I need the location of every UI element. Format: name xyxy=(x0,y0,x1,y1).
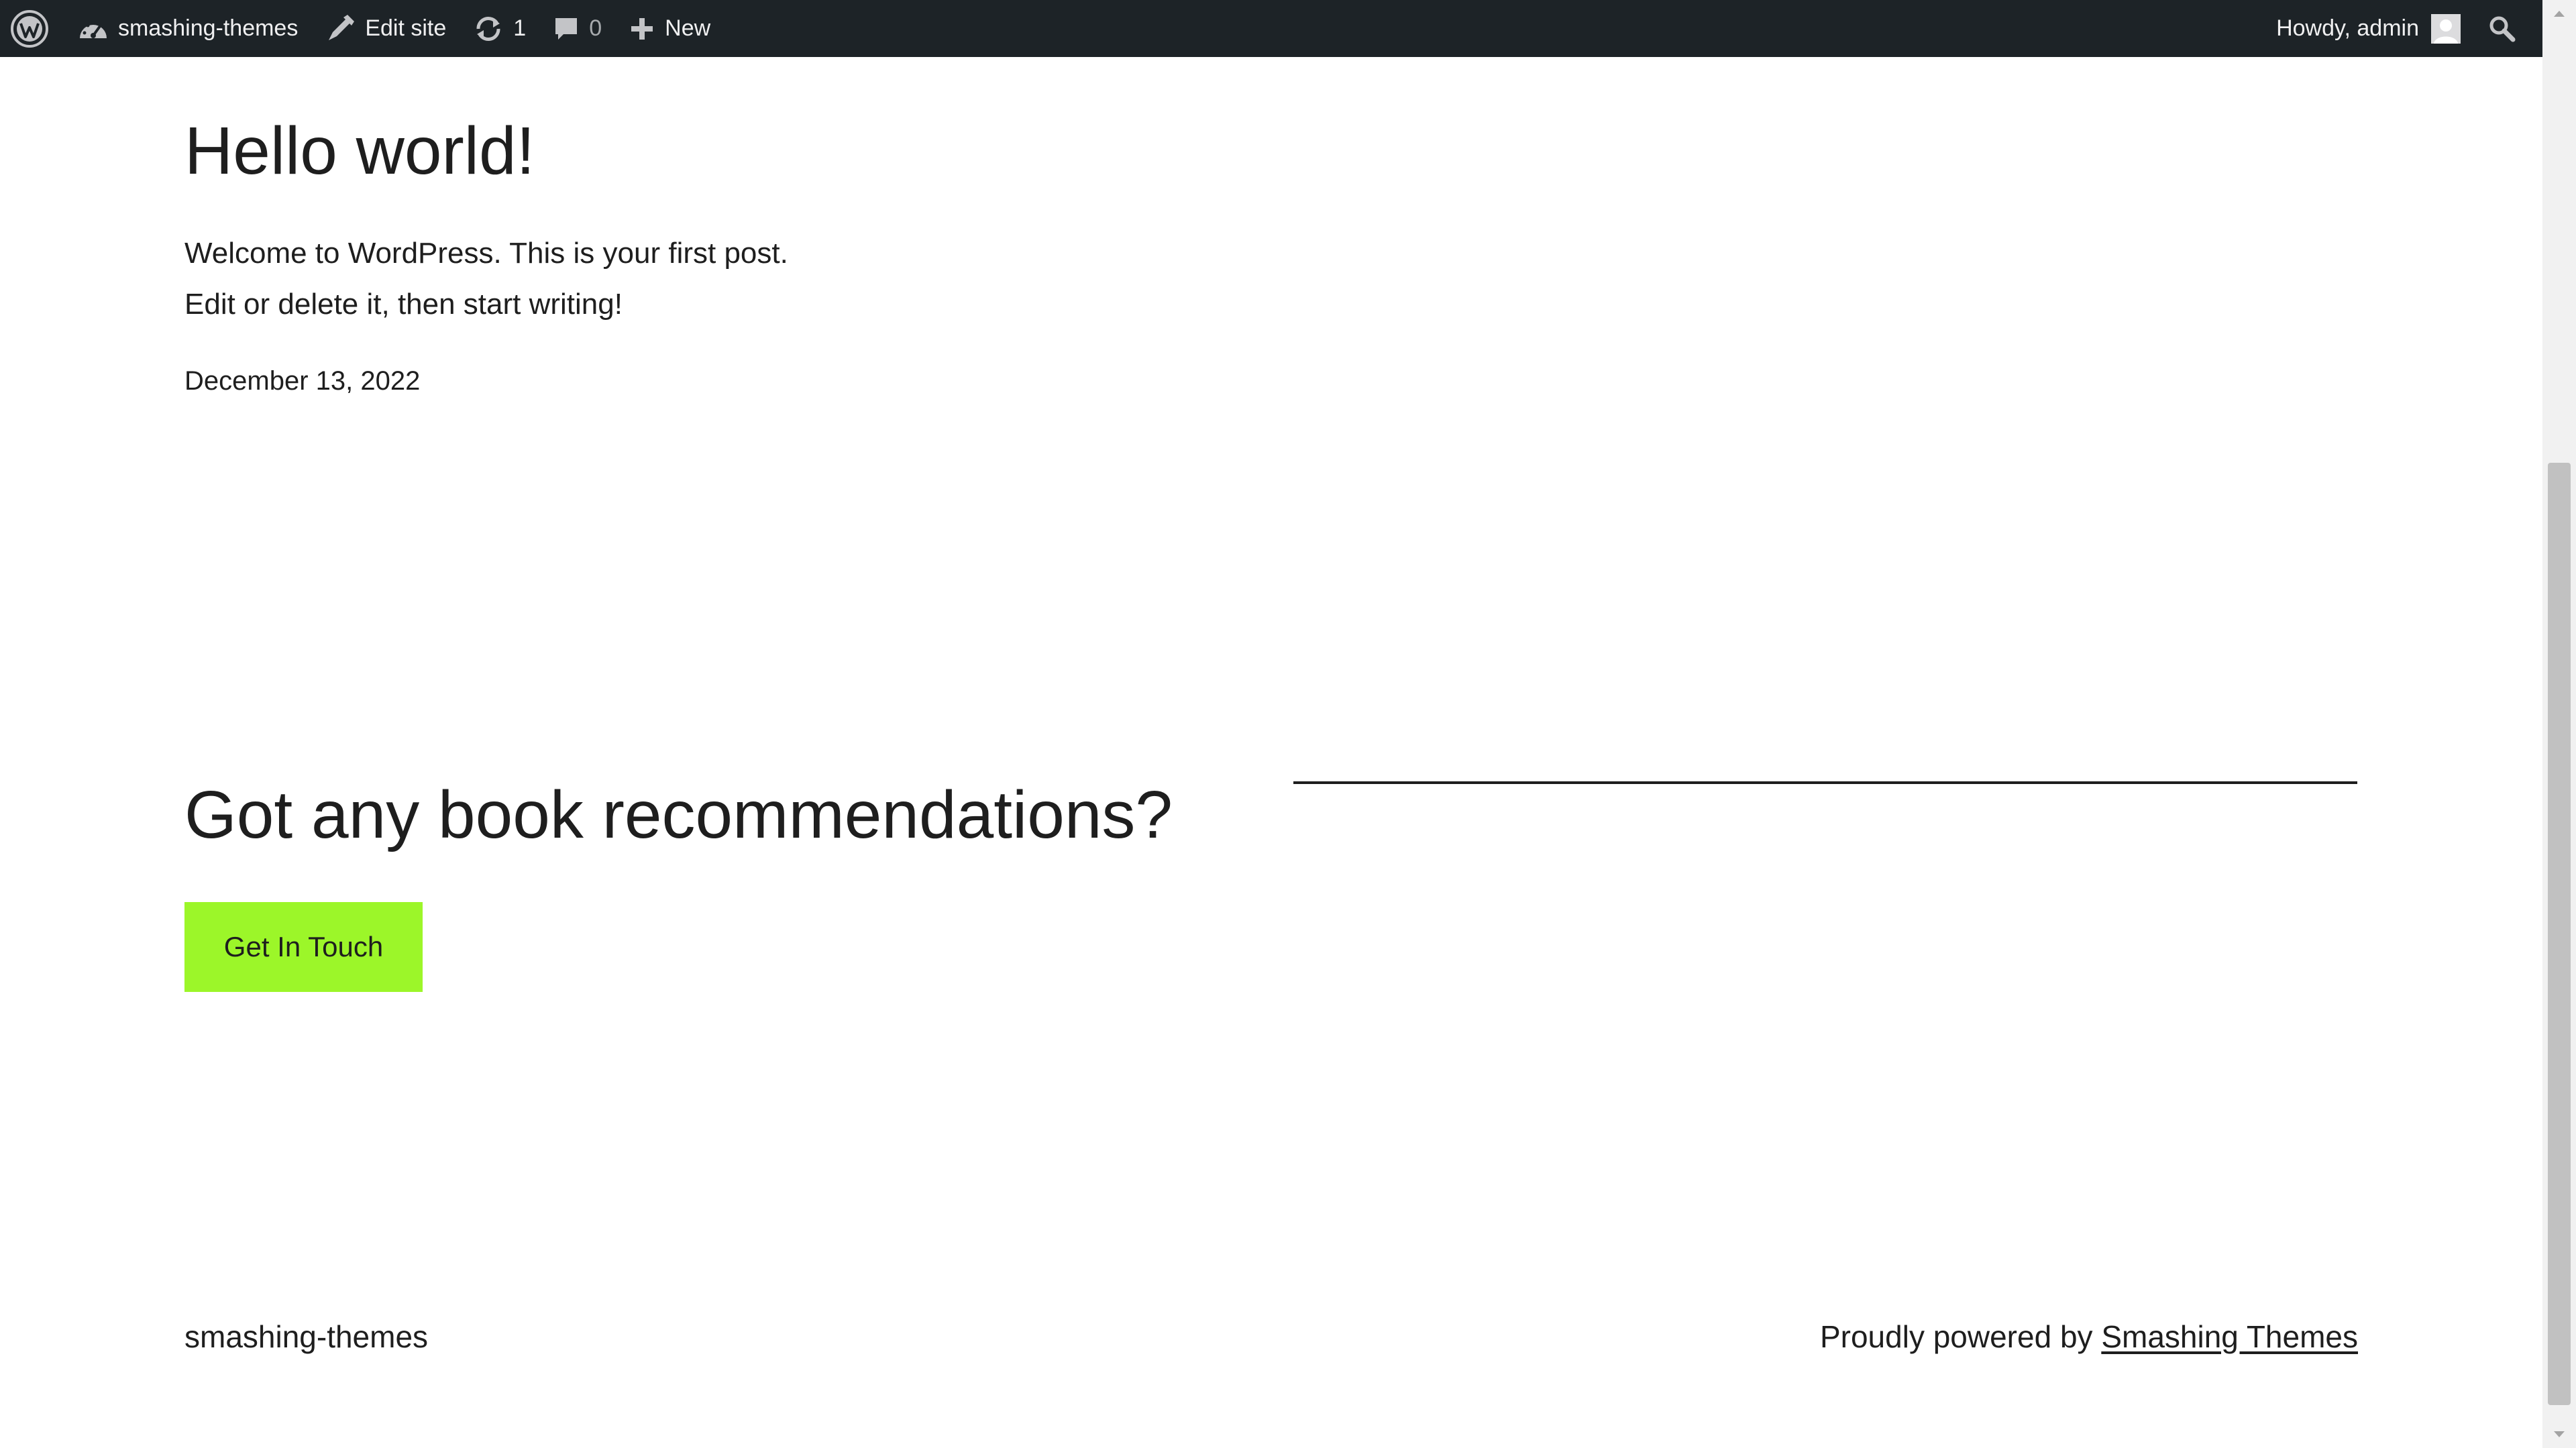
site-name-menu[interactable]: smashing-themes xyxy=(64,0,311,57)
search-menu[interactable] xyxy=(2474,0,2530,57)
get-in-touch-button[interactable]: Get In Touch xyxy=(184,902,423,992)
new-label: New xyxy=(665,15,711,41)
separator-line xyxy=(1293,781,2357,784)
search-icon xyxy=(2489,16,2516,42)
post-content: Welcome to WordPress. This is your first… xyxy=(184,228,788,330)
comments-icon xyxy=(555,17,578,40)
post-paragraph-1: Welcome to WordPress. This is your first… xyxy=(184,237,788,270)
edit-site-label: Edit site xyxy=(365,15,447,41)
comments-count: 0 xyxy=(589,15,602,41)
post-paragraph-2: Edit or delete it, then start writing! xyxy=(184,288,623,321)
edit-site-menu[interactable]: Edit site xyxy=(311,0,460,57)
cta-heading: Got any book recommendations? xyxy=(184,777,1173,852)
site-name-label: smashing-themes xyxy=(118,15,299,41)
updates-menu[interactable]: 1 xyxy=(460,0,539,57)
dashboard-icon xyxy=(80,21,107,38)
edit-site-icon xyxy=(329,14,355,40)
footer-credit-prefix: Proudly powered by xyxy=(1819,1319,2093,1354)
admin-bar: smashing-themes Edit site 1 0 New Howdy,… xyxy=(0,0,2542,57)
admin-bar-left: smashing-themes Edit site 1 0 New xyxy=(0,0,724,57)
smashing-themes-link[interactable]: Smashing Themes xyxy=(2101,1319,2358,1354)
my-account-menu[interactable]: Howdy, admin xyxy=(2263,0,2474,57)
footer-site-title[interactable]: smashing-themes xyxy=(184,1319,428,1355)
footer-credit: Proudly powered by Smashing Themes xyxy=(1820,1319,2358,1355)
wordpress-menu[interactable] xyxy=(0,0,64,57)
scrollbar-thumb[interactable] xyxy=(2548,463,2571,1405)
new-content-menu[interactable]: New xyxy=(615,0,724,57)
scroll-down-arrow-icon[interactable] xyxy=(2542,1421,2576,1448)
post-date: December 13, 2022 xyxy=(184,366,421,396)
comments-menu[interactable]: 0 xyxy=(539,0,615,57)
wordpress-logo-icon xyxy=(11,9,48,48)
howdy-label: Howdy, admin xyxy=(2276,15,2419,41)
updates-count: 1 xyxy=(513,15,527,41)
page-scrollbar[interactable] xyxy=(2542,0,2576,1448)
admin-bar-right: Howdy, admin xyxy=(2263,0,2542,57)
avatar xyxy=(2431,13,2461,44)
updates-icon xyxy=(476,16,500,41)
scroll-up-arrow-icon[interactable] xyxy=(2542,0,2576,27)
post-title: Hello world! xyxy=(184,113,535,188)
plus-icon xyxy=(631,17,653,40)
